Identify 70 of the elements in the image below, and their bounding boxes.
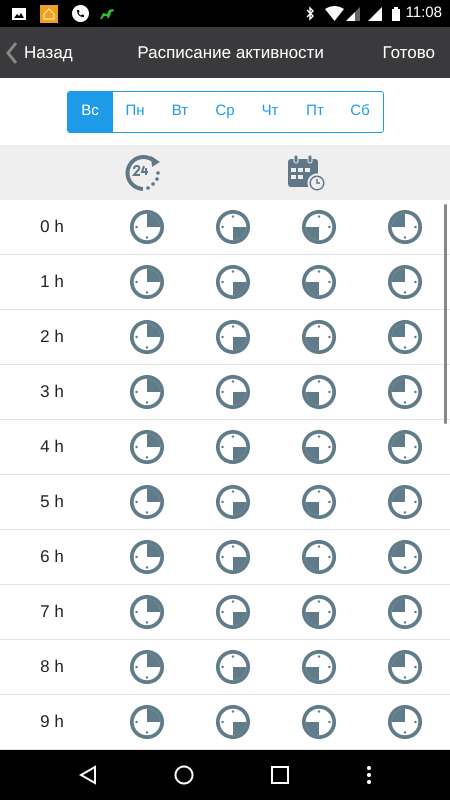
quarter-clock-icon[interactable] (386, 593, 424, 631)
quarter-clock-icon[interactable] (300, 428, 338, 466)
quarter-clock-icon[interactable] (300, 593, 338, 631)
quarter-clock-icon[interactable] (386, 428, 424, 466)
quarter-clock-icon[interactable] (214, 428, 252, 466)
phone-icon (72, 5, 89, 22)
quarter-clock-icon[interactable] (386, 318, 424, 356)
quarter-clock-icon[interactable] (214, 373, 252, 411)
hour-label: 5 h (39, 491, 65, 514)
done-button[interactable]: Готово (382, 40, 444, 66)
calendar-clock-icon[interactable] (286, 152, 326, 192)
hour-label: 7 h (39, 601, 65, 624)
quarter-clock-icon[interactable] (128, 703, 166, 741)
quarter-clock-icon[interactable] (386, 703, 424, 741)
screen-title: Расписание активности (136, 42, 325, 64)
quarter-clock-icon[interactable] (300, 263, 338, 301)
quarter-clock-icon[interactable] (300, 318, 338, 356)
quarter-clock-icon[interactable] (214, 593, 252, 631)
quarter-clock-icon[interactable] (300, 648, 338, 686)
hour-label: 9 h (39, 711, 65, 734)
home-nav-icon[interactable] (174, 765, 194, 785)
battery-icon (392, 6, 400, 20)
signal-icon (346, 6, 360, 20)
quarter-clock-icon[interactable] (214, 208, 252, 246)
quarter-clock-icon[interactable] (386, 483, 424, 521)
quarter-clock-icon[interactable] (386, 373, 424, 411)
back-nav-icon[interactable] (78, 765, 96, 785)
image-icon (12, 8, 26, 20)
day-tab[interactable]: Вс (68, 92, 112, 132)
quarter-clock-icon[interactable] (214, 483, 252, 521)
quarter-clock-icon[interactable] (128, 373, 166, 411)
hour-label: 1 h (39, 271, 65, 294)
quarter-clock-icon[interactable] (214, 648, 252, 686)
quarter-clock-icon[interactable] (128, 318, 166, 356)
hour-label: 2 h (39, 326, 65, 348)
hour-label: 6 h (39, 546, 65, 568)
hour-label: 8 h (39, 656, 65, 678)
quarter-clock-icon[interactable] (300, 483, 338, 521)
hour-label: 4 h (39, 436, 65, 458)
quarter-clock-icon[interactable] (128, 428, 166, 466)
recents-nav-icon[interactable] (270, 766, 288, 784)
signal-icon (368, 6, 382, 20)
quarter-clock-icon[interactable] (386, 538, 424, 576)
quarter-clock-icon[interactable] (386, 208, 424, 246)
animal-icon (99, 6, 115, 20)
quarter-clock-icon[interactable] (300, 208, 338, 246)
quarter-clock-icon[interactable] (128, 483, 166, 521)
quarter-clock-icon[interactable] (128, 593, 166, 631)
hour-label: 3 h (39, 381, 65, 404)
quarter-clock-icon[interactable] (300, 703, 338, 741)
bluetooth-icon (306, 6, 315, 21)
quarter-clock-icon[interactable] (214, 318, 252, 356)
home-icon (40, 4, 58, 22)
hour-label: 0 h (39, 216, 65, 238)
chevron-left-icon (6, 42, 18, 64)
quarter-clock-icon[interactable] (300, 373, 338, 411)
quarter-clock-icon[interactable] (128, 263, 166, 301)
quarter-clock-icon[interactable] (128, 648, 166, 686)
quarter-clock-icon[interactable] (386, 263, 424, 301)
back-button[interactable]: Назад (6, 40, 73, 66)
quarter-clock-icon[interactable] (128, 208, 166, 246)
quarter-clock-icon[interactable] (214, 538, 252, 576)
quarter-clock-icon[interactable] (128, 538, 166, 576)
quarter-clock-icon[interactable] (300, 538, 338, 576)
repeat-24-icon[interactable] (123, 152, 163, 192)
quarter-clock-icon[interactable] (386, 648, 424, 686)
quarter-clock-icon[interactable] (214, 263, 252, 301)
quarter-clock-icon[interactable] (214, 703, 252, 741)
more-icon[interactable] (366, 765, 372, 785)
clock-time: 11:08 (406, 3, 442, 24)
